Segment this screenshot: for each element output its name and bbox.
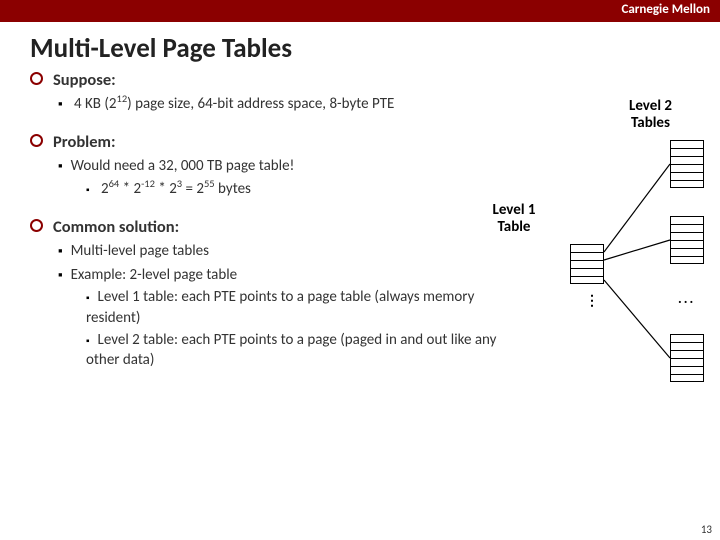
level2-table-box-3 — [670, 334, 704, 382]
t: * 2 — [119, 180, 141, 198]
t: * 2 — [155, 180, 177, 198]
level2-label-line1: Level 2 — [629, 97, 672, 115]
solution-item1: Multi-level page tables — [58, 241, 530, 261]
level2-label: Level 2 Tables — [629, 98, 672, 133]
slide-title: Multi-Level Page Tables — [30, 32, 720, 65]
t: 64 — [109, 177, 120, 190]
brand-text: Carnegie Mellon — [621, 2, 710, 17]
problem-item2: 264 * 2-12 * 23 = 255 bytes — [86, 179, 530, 199]
t: 55 — [204, 177, 215, 190]
diagram: ⋮ ... — [500, 140, 720, 400]
section-solution: Common solution: Multi-level page tables… — [30, 217, 530, 371]
t: 2 — [101, 180, 109, 198]
t: 12 — [117, 92, 128, 105]
t: = 2 — [182, 180, 204, 198]
vertical-ellipsis: ⋮ — [585, 292, 599, 309]
t: 4 KB (2 — [74, 95, 117, 113]
problem-head: Problem: — [30, 132, 530, 152]
horizontal-ellipsis: ... — [678, 290, 695, 307]
problem-item1: Would need a 32, 000 TB page table! — [58, 156, 530, 176]
t: bytes — [215, 180, 251, 198]
section-suppose: Suppose: 4 KB (212) page size, 64-bit ad… — [30, 70, 530, 114]
solution-item2a: Level 1 table: each PTE points to a page… — [86, 287, 526, 328]
level2-table-box-1 — [670, 140, 704, 188]
content-area: Suppose: 4 KB (212) page size, 64-bit ad… — [30, 70, 530, 388]
t: ) page size, 64-bit address space, 8-byt… — [127, 95, 394, 113]
t: -12 — [141, 177, 155, 190]
suppose-head: Suppose: — [30, 70, 530, 90]
section-problem: Problem: Would need a 32, 000 TB page ta… — [30, 132, 530, 199]
solution-item2: Example: 2-level page table — [58, 265, 530, 285]
solution-item2b: Level 2 table: each PTE points to a page… — [86, 330, 526, 371]
level1-table-box — [570, 244, 604, 284]
level2-label-line2: Tables — [631, 114, 670, 132]
level2-table-box-2 — [670, 216, 704, 264]
solution-head: Common solution: — [30, 217, 530, 237]
header-bar: Carnegie Mellon — [0, 0, 720, 22]
suppose-item1: 4 KB (212) page size, 64-bit address spa… — [58, 94, 530, 114]
page-number: 13 — [701, 523, 712, 536]
